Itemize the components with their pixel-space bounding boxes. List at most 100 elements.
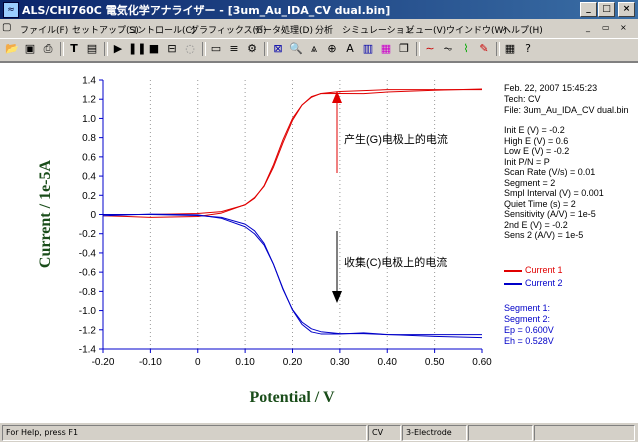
parameter-line: Smpl Interval (V) = 0.001	[504, 188, 604, 198]
run-icon[interactable]: ▶	[110, 41, 126, 57]
annotation-arrows	[332, 91, 342, 303]
legend-line-current-2	[504, 283, 522, 285]
graph-icon[interactable]: ▭	[208, 41, 224, 57]
y-tick-label: 1.0	[82, 114, 96, 125]
toolbar: 📂 ▣ ⎙ T ▤ ▶ ❚❚ ■ ⊟ ◌ ▭ ≡ ⚙ ⊠ 🔍 ⩓ ⊕ A ▥ ▦…	[0, 38, 638, 62]
menu-analysis[interactable]: 分析	[315, 23, 333, 36]
x-tick-label: 0.50	[425, 357, 445, 368]
peak-icon[interactable]: ⩓	[306, 41, 322, 57]
parameter-line: High E (V) = 0.6	[504, 135, 569, 146]
toolbar-separator	[60, 42, 64, 56]
stop-icon[interactable]: ■	[146, 41, 162, 57]
add-data-icon[interactable]: ⊠	[270, 41, 286, 57]
status-help: For Help, press F1	[2, 425, 367, 441]
scale-icon[interactable]: ⊕	[324, 41, 340, 57]
pause-icon[interactable]: ❚❚	[128, 41, 146, 57]
mdi-minimize-icon[interactable]: _	[586, 23, 590, 32]
y-tick-label: -1.0	[79, 306, 97, 317]
plot-window: -0.20 -0.10 0 0.10 0.20 0.30 0.40 0.50 0.60 1.4 1.…	[0, 62, 638, 423]
tick-labels: -0.20 -0.10 0 0.10 0.20 0.30 0.40 0.50 0.601.41.…	[79, 76, 492, 369]
menu-data-processing[interactable]: データ処理(D)	[254, 23, 313, 36]
color-icon[interactable]: ▦	[378, 41, 394, 57]
result-segment-2: Segment 2:	[504, 314, 551, 324]
y-tick-label: -1.4	[79, 345, 97, 356]
y-tick-label: 1.2	[82, 95, 96, 106]
y-tick-label: 0.8	[82, 133, 96, 144]
smooth-icon[interactable]: ∼	[422, 41, 438, 57]
x-tick-label: -0.10	[139, 357, 162, 368]
menu-simulation[interactable]: シミュレーション	[342, 23, 414, 36]
collector-arrow-head	[332, 291, 342, 303]
parameter-line: Low E (V) = -0.2	[504, 146, 570, 156]
x-tick-label: 0.20	[283, 357, 303, 368]
reverse-icon[interactable]: ⊟	[164, 41, 180, 57]
parameter-line: 2nd E (V) = -0.2	[504, 219, 568, 230]
toolbar-separator	[496, 42, 500, 56]
legend-line-current-1	[504, 270, 522, 272]
menu-control[interactable]: コントロール(C)	[128, 23, 195, 36]
info-tech: Tech: CV	[504, 94, 541, 104]
status-technique: CV	[368, 425, 401, 441]
legend-current-1: Current 1	[525, 265, 563, 275]
overlay-icon[interactable]: ≡	[226, 41, 242, 57]
y-tick-label: 0.2	[82, 191, 96, 202]
generator-arrow-head	[332, 91, 342, 103]
y-tick-label: 0	[90, 210, 96, 221]
menu-file[interactable]: ファイル(F)	[20, 23, 68, 36]
copy-icon[interactable]: ❐	[396, 41, 412, 57]
x-tick-label: 0.10	[235, 357, 255, 368]
title-bar[interactable]: ≈ ALS/CHI760C 電気化学アナライザー - [3um_Au_IDA_C…	[0, 0, 638, 19]
menu-window[interactable]: ウインドウ(W)	[446, 23, 507, 36]
result-segment-1: Segment 1:	[504, 303, 551, 313]
y-tick-label: 0.6	[82, 152, 96, 163]
toolbar-separator	[416, 42, 420, 56]
parameter-line: Sens 2 (A/V) = 1e-5	[504, 230, 584, 240]
parameter-line: Sensitivity (A/V) = 1e-5	[504, 209, 596, 219]
data-list-icon[interactable]: ▥	[360, 41, 376, 57]
pen-icon[interactable]: ✎	[476, 41, 492, 57]
maximize-button[interactable]: □	[598, 2, 615, 17]
settings-icon[interactable]: ⚙	[244, 41, 260, 57]
application-window: ≈ ALS/CHI760C 電気化学アナライザー - [3um_Au_IDA_C…	[0, 0, 638, 442]
legend-current-2: Current 2	[525, 278, 563, 288]
help-icon[interactable]: ?	[520, 41, 536, 57]
generator-annotation: 产生(G)电极上的电流	[344, 132, 448, 146]
minimize-button[interactable]: _	[580, 2, 597, 17]
close-button[interactable]: ×	[618, 2, 635, 17]
app-icon[interactable]: ≈	[3, 2, 19, 18]
menu-bar: ▢ ファイル(F) セットアップ(S) コントロール(C) グラフィックス(G)…	[0, 20, 638, 38]
open-icon[interactable]: 📂	[4, 41, 20, 57]
parameter-line: Quiet Time (s) = 2	[504, 198, 576, 209]
annotation-icon[interactable]: A	[342, 41, 358, 57]
status-cell-empty-2	[534, 425, 635, 441]
cv-chart: -0.20 -0.10 0 0.10 0.20 0.30 0.40 0.50 0.601.41.…	[37, 76, 492, 407]
info-file: File: 3um_Au_IDA_CV dual.bin	[504, 105, 629, 115]
menu-help[interactable]: ヘルプ(H)	[502, 23, 543, 36]
parameter-line: Scan Rate (V/s) = 0.01	[504, 167, 596, 177]
toolbar-separator	[264, 42, 268, 56]
integrate-icon[interactable]: ⌇	[458, 41, 474, 57]
y-tick-label: -0.8	[79, 287, 97, 298]
mdi-close-icon[interactable]: ×	[620, 23, 627, 32]
parameter-line: Init E (V) = -0.2	[504, 125, 565, 135]
x-tick-label: -0.20	[92, 357, 115, 368]
status-electrode: 3-Electrode	[402, 425, 467, 441]
axes	[99, 79, 483, 353]
toolbar-separator	[104, 42, 108, 56]
zoom-icon[interactable]: 🔍	[288, 41, 304, 57]
x-tick-label: 0.30	[330, 357, 350, 368]
parameters-icon[interactable]: ▤	[84, 41, 100, 57]
status-cell-empty-1	[468, 425, 533, 441]
result-eh: Eh = 0.528V	[504, 336, 554, 346]
y-tick-label: -0.6	[79, 268, 97, 279]
doc-menu-icon[interactable]: ▢	[2, 22, 11, 33]
derivative-icon[interactable]: ⏦	[440, 41, 456, 57]
technique-icon[interactable]: T	[66, 41, 82, 57]
mdi-restore-icon[interactable]: ▭	[602, 23, 610, 32]
menu-view[interactable]: ビュー(V)	[406, 23, 446, 36]
report-icon[interactable]: ▦	[502, 41, 518, 57]
y-axis-label: Current / 1e-5A	[37, 159, 54, 268]
save-icon[interactable]: ▣	[22, 41, 38, 57]
print-icon[interactable]: ⎙	[40, 41, 56, 57]
y-tick-label: -0.2	[79, 229, 97, 240]
